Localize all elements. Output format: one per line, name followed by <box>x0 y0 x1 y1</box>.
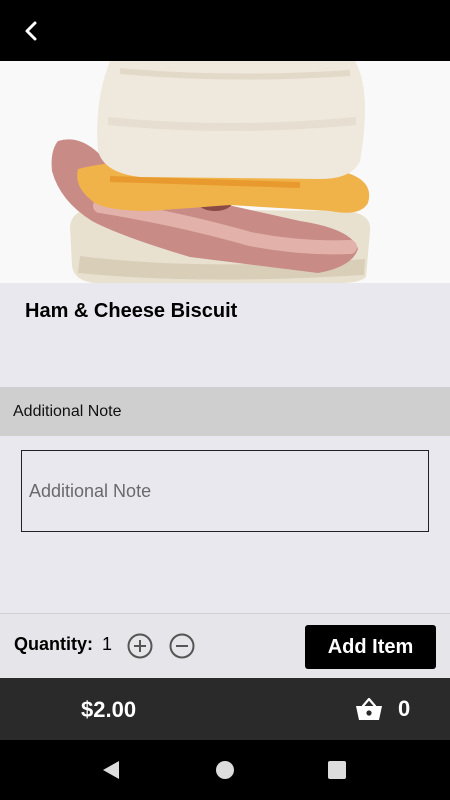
cart-count: 0 <box>398 696 411 721</box>
add-item-button[interactable]: Add Item <box>305 625 436 669</box>
quantity-value: 1 <box>102 634 113 654</box>
chevron-left-icon <box>25 21 37 41</box>
additional-note-input[interactable] <box>21 450 429 532</box>
system-navigation-bar <box>0 740 450 800</box>
item-details: Ham & Cheese Biscuit <box>0 283 450 387</box>
system-home-button[interactable] <box>214 759 236 781</box>
quantity-label: Quantity: <box>14 634 93 654</box>
basket-icon <box>356 697 382 720</box>
system-back-button[interactable] <box>100 759 122 781</box>
square-recents-icon <box>328 761 346 779</box>
triangle-back-icon <box>103 761 119 779</box>
ham-cheese-biscuit-image <box>0 61 450 283</box>
quantity-bar: Quantity: 1 Add Item <box>0 613 450 678</box>
increase-quantity-button[interactable] <box>126 632 154 660</box>
system-recents-button[interactable] <box>326 759 348 781</box>
total-price: $2.00 <box>81 697 137 722</box>
item-title: Ham & Cheese Biscuit <box>25 300 238 322</box>
circle-home-icon <box>216 761 234 779</box>
cart-summary-bar: $2.00 0 <box>0 678 450 740</box>
back-button[interactable] <box>14 16 48 46</box>
minus-circle-icon <box>169 633 195 659</box>
top-app-bar <box>0 0 450 61</box>
cart-button[interactable]: 0 <box>354 694 410 724</box>
item-image <box>0 61 450 283</box>
plus-circle-icon <box>127 633 153 659</box>
decrease-quantity-button[interactable] <box>168 632 196 660</box>
note-section-header: Additional Note <box>0 387 450 436</box>
note-section-label: Additional Note <box>13 403 122 420</box>
